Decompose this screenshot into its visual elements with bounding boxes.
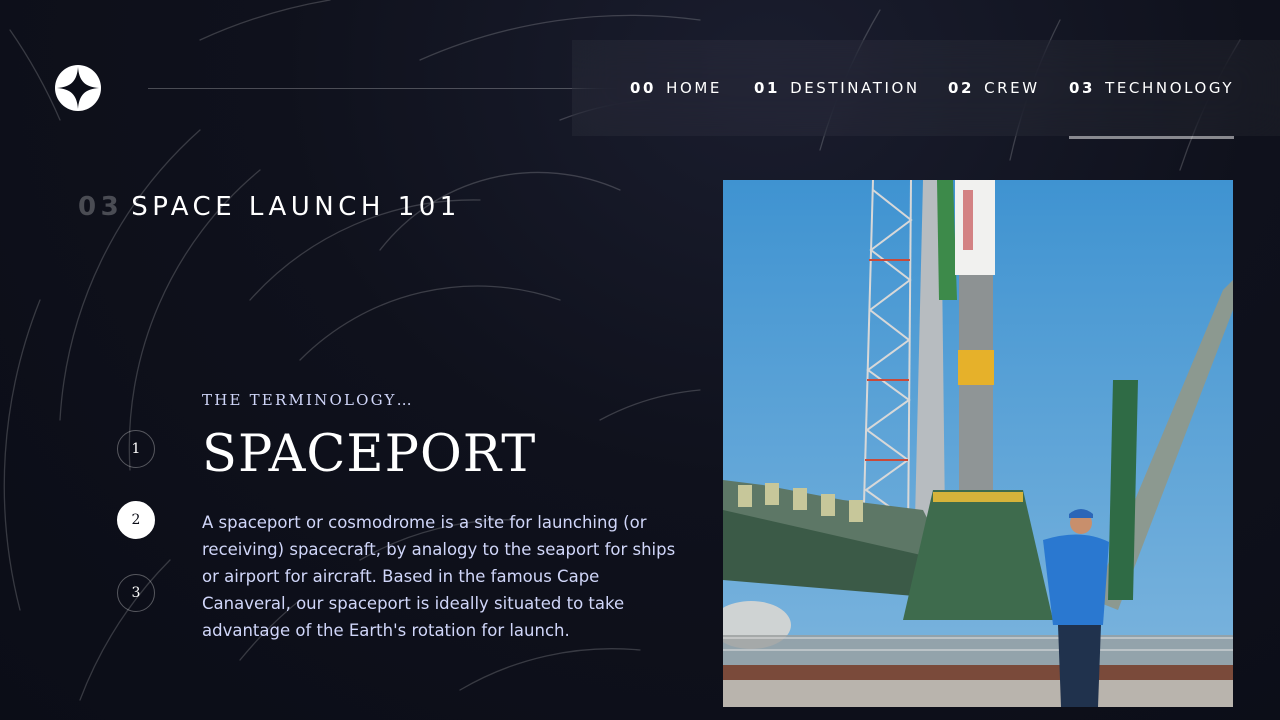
nav-label: TECHNOLOGY xyxy=(1105,79,1235,97)
header-divider xyxy=(148,88,618,89)
rocket-launch-pad-illustration xyxy=(723,180,1233,707)
page-title: 03 SPACE LAUNCH 101 xyxy=(78,192,461,222)
page-title-text: SPACE LAUNCH 101 xyxy=(131,192,461,222)
nav-label: HOME xyxy=(666,79,722,97)
step-button-1[interactable]: 1 xyxy=(117,430,155,468)
nav-label: DESTINATION xyxy=(790,79,920,97)
page-title-number: 03 xyxy=(78,192,124,222)
nav-label: CREW xyxy=(984,79,1040,97)
step-button-3[interactable]: 3 xyxy=(117,574,155,612)
nav-item-home[interactable]: 00 HOME xyxy=(630,40,722,136)
term-description: A spaceport or cosmodrome is a site for … xyxy=(202,513,676,640)
step-button-2[interactable]: 2 xyxy=(117,501,155,539)
nav-num: 01 xyxy=(754,79,781,97)
nav-item-destination[interactable]: 01 DESTINATION xyxy=(754,40,920,136)
terminology-label: THE TERMINOLOGY… xyxy=(202,391,414,409)
star-icon xyxy=(57,67,99,109)
nav-num: 02 xyxy=(948,79,975,97)
term-title: SPACEPORT xyxy=(202,425,537,484)
nav-num: 03 xyxy=(1069,79,1096,97)
spaceport-photo xyxy=(723,180,1233,707)
nav-item-technology[interactable]: 03 TECHNOLOGY xyxy=(1069,40,1235,139)
nav-item-crew[interactable]: 02 CREW xyxy=(948,40,1040,136)
logo[interactable] xyxy=(55,65,101,111)
nav-num: 00 xyxy=(630,79,657,97)
main-navigation: 00 HOME 01 DESTINATION 02 CREW 03 TECHNO… xyxy=(572,40,1280,139)
